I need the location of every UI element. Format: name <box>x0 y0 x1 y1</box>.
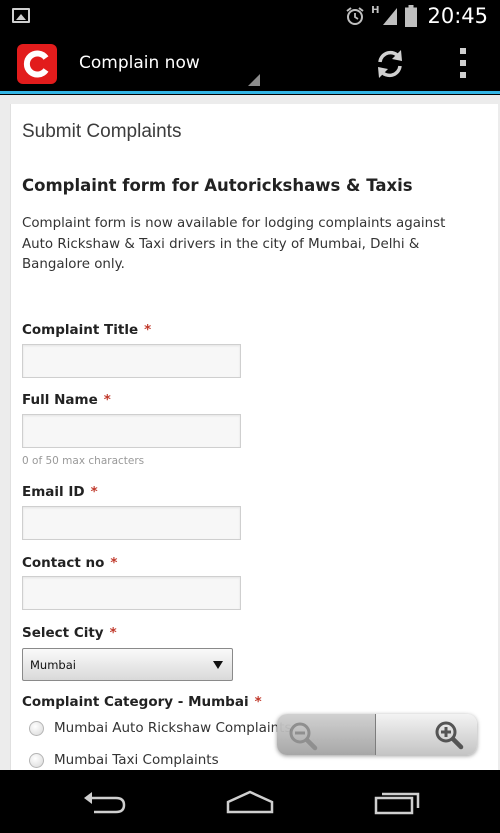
email-id-label: Email ID * <box>22 484 98 500</box>
status-bar: H 20:45 <box>0 0 500 32</box>
recent-apps-button[interactable] <box>368 788 424 816</box>
page-title: Submit Complaints <box>22 121 182 142</box>
overflow-menu-icon <box>460 48 466 54</box>
category-option-label: Mumbai Taxi Complaints <box>54 752 219 768</box>
overflow-dot <box>460 60 466 66</box>
required-mark: * <box>110 555 118 571</box>
required-mark: * <box>144 322 152 338</box>
required-mark: * <box>103 392 111 408</box>
complaint-title-label-text: Complaint Title <box>22 322 139 338</box>
required-mark: * <box>109 625 117 641</box>
dropdown-indicator-icon <box>248 74 260 86</box>
email-id-input[interactable] <box>22 506 241 540</box>
zoom-controls <box>277 714 477 755</box>
category-option-label: Mumbai Auto Rickshaw Complaints <box>54 720 292 736</box>
form-title: Complaint form for Autorickshaws & Taxis <box>22 176 413 195</box>
full-name-char-counter: 0 of 50 max characters <box>22 455 145 467</box>
complaint-title-label: Complaint Title * <box>22 322 151 338</box>
app-title[interactable]: Complain now <box>79 53 200 73</box>
dropdown-arrow-icon <box>213 661 223 669</box>
logo-c-icon <box>23 50 49 78</box>
zoom-in-button[interactable] <box>376 714 477 755</box>
select-city-label: Select City * <box>22 625 117 641</box>
complaint-category-label: Complaint Category - Mumbai * <box>22 694 262 710</box>
complaint-category-label-text: Complaint Category - Mumbai <box>22 694 249 710</box>
recent-apps-icon <box>374 792 420 815</box>
full-name-label-text: Full Name <box>22 392 98 408</box>
refresh-icon <box>378 50 402 78</box>
status-icons: H 20:45 <box>345 4 488 28</box>
overflow-menu-button[interactable] <box>456 48 470 78</box>
full-name-input[interactable] <box>22 414 241 448</box>
zoom-in-icon <box>435 721 464 750</box>
network-type-label: H <box>371 5 380 16</box>
city-select-value: Mumbai <box>30 658 76 672</box>
battery-icon <box>405 5 418 27</box>
email-id-label-text: Email ID <box>22 484 85 500</box>
image-icon <box>12 8 30 23</box>
zoom-out-button[interactable] <box>277 714 376 755</box>
overflow-dot <box>460 72 466 78</box>
required-mark: * <box>90 484 98 500</box>
radio-button[interactable] <box>29 720 44 736</box>
back-icon <box>84 792 126 814</box>
radio-button[interactable] <box>29 752 44 768</box>
category-option-taxi[interactable]: Mumbai Taxi Complaints <box>29 752 219 768</box>
back-button[interactable] <box>76 788 132 816</box>
status-time: 20:45 <box>427 4 488 28</box>
category-option-auto[interactable]: Mumbai Auto Rickshaw Complaints <box>29 720 292 736</box>
navigation-bar <box>0 770 500 833</box>
select-city-label-text: Select City <box>22 625 104 641</box>
signal-icon <box>383 8 398 25</box>
app-logo[interactable] <box>17 44 57 84</box>
city-select[interactable]: Mumbai <box>22 648 233 681</box>
required-mark: * <box>254 694 262 710</box>
home-button[interactable] <box>222 788 278 816</box>
action-bar: Complain now <box>0 32 500 94</box>
contact-no-input[interactable] <box>22 576 241 610</box>
form-card: Submit Complaints Complaint form for Aut… <box>10 104 498 770</box>
zoom-out-icon <box>289 722 318 751</box>
form-description: Complaint form is now available for lodg… <box>22 216 446 272</box>
web-content[interactable]: Submit Complaints Complaint form for Aut… <box>0 95 500 770</box>
alarm-icon <box>346 7 364 25</box>
complaint-title-input[interactable] <box>22 344 241 378</box>
home-icon <box>226 790 274 814</box>
full-name-label: Full Name * <box>22 392 111 408</box>
contact-no-label-text: Contact no <box>22 555 105 571</box>
refresh-button[interactable] <box>372 46 408 82</box>
contact-no-label: Contact no * <box>22 555 117 571</box>
